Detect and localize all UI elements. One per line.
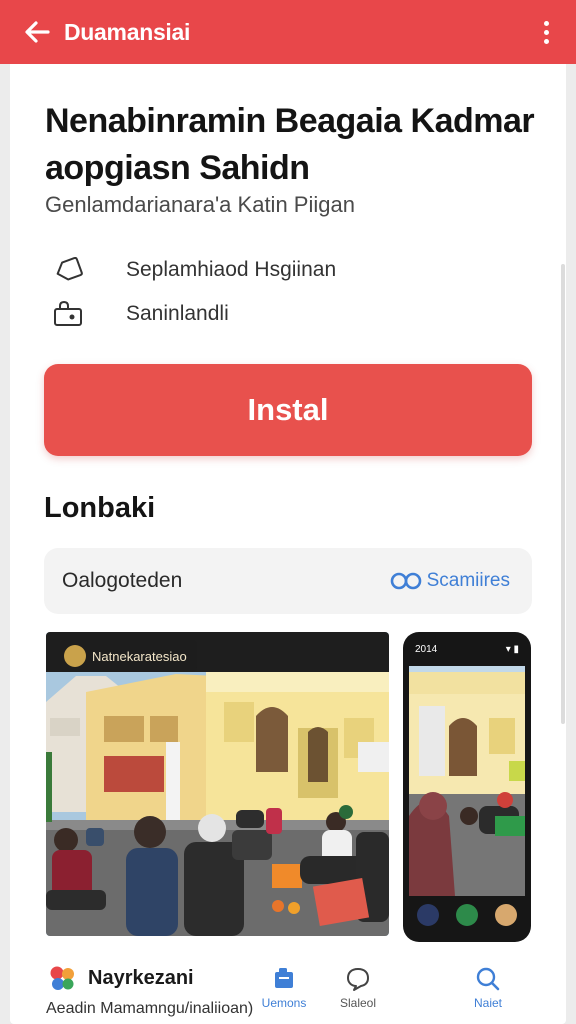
arrow-left-icon bbox=[25, 21, 50, 43]
meta-rating-text: Saninlandli bbox=[126, 302, 229, 325]
app-detail-sheet: Nenabinramin Beagaia Kadmar aopgiasn Sah… bbox=[10, 64, 566, 1024]
tab-home[interactable]: Uemons bbox=[254, 966, 314, 1010]
app-logo-icon bbox=[50, 966, 74, 990]
tag-icon bbox=[50, 254, 86, 286]
infinity-icon bbox=[390, 572, 421, 590]
app-title: Nenabinramin Beagaia Kadmar aopgiasn Sah… bbox=[45, 102, 535, 187]
meta-row-category: Seplamhiaod Hsgiinan bbox=[50, 254, 336, 286]
meta-row-rating: Saninlandli bbox=[50, 298, 229, 330]
app-bar-title: Duamansiai bbox=[64, 18, 191, 45]
screenshot-caption-text: Natnekaratesiao bbox=[92, 648, 187, 664]
install-button[interactable]: Instal bbox=[44, 364, 532, 456]
dock-app-icon bbox=[494, 904, 517, 926]
section-heading: Lonbaki bbox=[44, 492, 156, 524]
chat-icon bbox=[347, 968, 369, 991]
tab-chat-label: Slaleol bbox=[339, 996, 377, 1010]
tab-search-label: Naiet bbox=[473, 996, 502, 1010]
bottom-app-name: Nayrkezani bbox=[88, 966, 194, 989]
street-scene-image bbox=[46, 632, 389, 936]
bottom-navigation: Nayrkezani Aeadin Mamamngu/inaliioan) Ue… bbox=[10, 960, 566, 1024]
bottom-app-info[interactable]: Nayrkezani bbox=[48, 964, 194, 992]
phone-time: 2014 bbox=[415, 643, 438, 655]
filter-right-link[interactable]: Scamiires bbox=[389, 570, 510, 592]
tab-home-label: Uemons bbox=[261, 996, 307, 1010]
app-subtitle: Genlamdarianara'a Katin Piigan bbox=[45, 192, 355, 217]
tab-search[interactable]: Naiet bbox=[458, 966, 518, 1010]
screenshot-street-scene[interactable]: Natnekaratesiao bbox=[46, 632, 389, 936]
dock-app-icon bbox=[455, 904, 478, 926]
filter-left-label: Oalogoteden bbox=[62, 569, 183, 592]
more-vert-icon[interactable] bbox=[534, 15, 558, 49]
scrollbar[interactable] bbox=[561, 264, 565, 724]
signal-icon: ▾ ▮ bbox=[505, 643, 519, 655]
screenshot-phone-mockup[interactable]: 2014 ▾ ▮ bbox=[403, 632, 531, 942]
bottom-app-subtitle: Aeadin Mamamngu/inaliioan) bbox=[46, 1000, 254, 1017]
apps-icon bbox=[275, 968, 293, 988]
phone-status-bar: 2014 ▾ ▮ bbox=[409, 640, 525, 658]
dock-app-icon bbox=[417, 904, 440, 926]
tab-chat[interactable]: Slaleol bbox=[328, 966, 388, 1010]
phone-screen-image bbox=[409, 666, 525, 896]
phone-dock bbox=[409, 898, 525, 932]
filter-pill[interactable]: Oalogoteden Scamiires bbox=[44, 548, 532, 614]
brand-logo-icon bbox=[64, 645, 86, 667]
filter-right-label: Scamiires bbox=[426, 570, 510, 591]
search-icon bbox=[476, 967, 500, 991]
screenshot-caption: Natnekaratesiao bbox=[60, 640, 197, 672]
meta-category-text: Seplamhiaod Hsgiinan bbox=[126, 258, 337, 281]
user-lock-icon bbox=[50, 298, 86, 330]
app-bar: Duamansiai bbox=[0, 0, 576, 64]
back-button[interactable] bbox=[20, 15, 54, 49]
